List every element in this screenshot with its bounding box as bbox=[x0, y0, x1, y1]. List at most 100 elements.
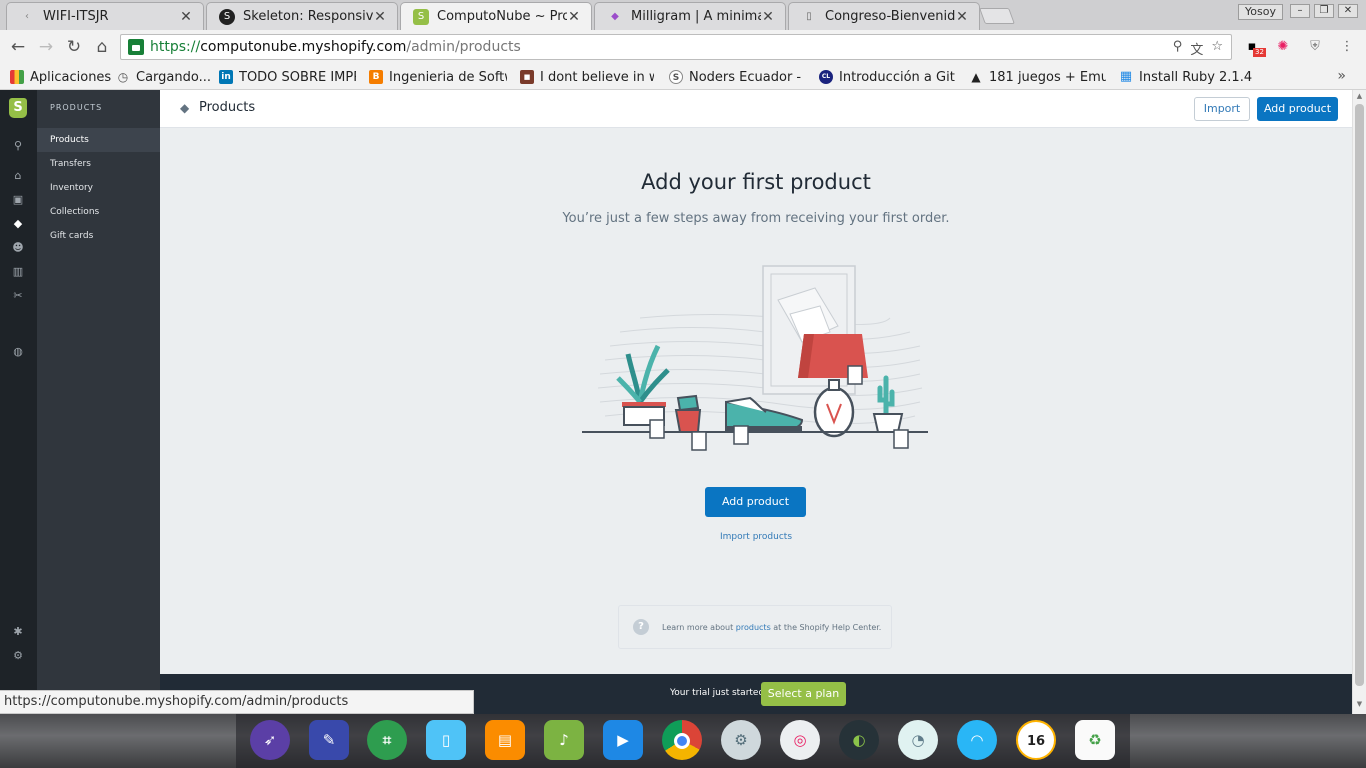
bookmark-i-dont-believe[interactable]: ■I dont believe in wh bbox=[520, 67, 654, 87]
subnav-item-products[interactable]: Products bbox=[37, 128, 160, 152]
rocket-icon[interactable]: ➶ bbox=[250, 720, 290, 760]
bookmark-todo-sobre[interactable]: in TODO SOBRE IMPR bbox=[219, 67, 356, 87]
help-text: Learn more about products at the Shopify… bbox=[662, 622, 882, 632]
close-tab-icon[interactable]: ✕ bbox=[955, 9, 969, 25]
bookmark-noders[interactable]: S Noders Ecuador - C bbox=[669, 67, 805, 87]
settings-gear-icon[interactable]: ⚙ bbox=[721, 720, 761, 760]
bookmark-cargando[interactable]: ◷ Cargando... bbox=[116, 67, 211, 87]
home-icon[interactable]: ⌂ bbox=[11, 169, 25, 183]
subnav-item-gift-cards[interactable]: Gift cards bbox=[37, 224, 160, 248]
bookmark-aplicaciones[interactable]: Aplicaciones bbox=[10, 67, 111, 87]
shopify-logo-icon[interactable]: S bbox=[9, 98, 27, 118]
minimize-icon[interactable]: – bbox=[1290, 4, 1310, 18]
scroll-down-icon[interactable]: ▼ bbox=[1355, 700, 1364, 710]
search-icon[interactable]: ⚲ bbox=[11, 139, 25, 153]
tab-congreso[interactable]: ▯ Congreso-Bienvenido ✕ bbox=[788, 2, 980, 30]
select-plan-button[interactable]: Select a plan bbox=[761, 682, 846, 706]
close-tab-icon[interactable]: ✕ bbox=[761, 9, 775, 25]
help-center-callout: ? Learn more about products at the Shopi… bbox=[618, 605, 892, 649]
back-icon[interactable]: ← bbox=[8, 37, 28, 57]
status-bubble-url: https://computonube.myshopify.com/admin/… bbox=[0, 690, 475, 714]
address-bar[interactable]: https://computonube.myshopify.com/admin/… bbox=[120, 34, 1232, 60]
import-button[interactable]: Import bbox=[1194, 97, 1250, 121]
codigo-facilito-icon: CL bbox=[819, 70, 833, 84]
store-icon[interactable]: ▤ bbox=[485, 720, 525, 760]
bookmark-181-juegos[interactable]: ▲181 juegos + Emula bbox=[969, 67, 1106, 87]
help-products-link[interactable]: products bbox=[736, 623, 771, 632]
scroll-up-icon[interactable]: ▲ bbox=[1355, 92, 1364, 102]
page-icon: ■ bbox=[520, 70, 534, 84]
tab-favicon: S bbox=[413, 8, 429, 25]
globe-icon[interactable]: ◍ bbox=[11, 345, 25, 359]
shopify-admin: S ⚲ ⌂ ▣ ◆ ☻ ▥ ✂ ◍ ✱ ⚙ PRODUCTS Products … bbox=[0, 90, 1366, 714]
products-tag-icon[interactable]: ◆ bbox=[11, 217, 25, 231]
zoom-icon[interactable]: ⚲ bbox=[1173, 39, 1183, 58]
chrome-menu-icon[interactable]: ⋮ bbox=[1338, 38, 1356, 56]
grid-site-icon: ▦ bbox=[1119, 69, 1133, 84]
tab-title: Skeleton: Responsive C bbox=[243, 9, 373, 24]
page-scrollbar[interactable]: ▲ ▼ bbox=[1352, 90, 1366, 714]
noders-icon: S bbox=[669, 70, 683, 84]
extension-icon[interactable]: ▪ 32 bbox=[1243, 38, 1266, 57]
more-bookmarks-icon[interactable]: » bbox=[1337, 68, 1346, 84]
restore-icon[interactable]: ❐ bbox=[1314, 4, 1334, 18]
bookmark-introduccion-github[interactable]: CL Introducción a GitH bbox=[819, 67, 956, 87]
apps-icon[interactable]: ✱ bbox=[11, 625, 25, 639]
settings-icon[interactable]: ⚙ bbox=[11, 649, 25, 663]
forward-icon[interactable]: → bbox=[36, 37, 56, 57]
chrome-icon[interactable] bbox=[662, 720, 702, 760]
blogger-icon: B bbox=[369, 70, 383, 84]
close-tab-icon[interactable]: ✕ bbox=[373, 9, 387, 25]
reports-icon[interactable]: ▥ bbox=[11, 265, 25, 279]
bookmark-ingenieria[interactable]: B Ingenieria de Softw bbox=[369, 67, 507, 87]
add-product-primary-button[interactable]: Add product bbox=[705, 487, 806, 517]
video-icon[interactable]: ▶ bbox=[603, 720, 643, 760]
tab-favicon: ‹ bbox=[25, 11, 29, 22]
files-icon[interactable]: ▯ bbox=[426, 720, 466, 760]
shield-extension-icon[interactable]: ⛨ bbox=[1306, 38, 1324, 56]
tab-skeleton[interactable]: S Skeleton: Responsive C ✕ bbox=[206, 2, 398, 30]
scrollbar-thumb[interactable] bbox=[1355, 104, 1364, 686]
tab-title: ComputoNube ~ Prod bbox=[437, 9, 567, 24]
url-text[interactable]: https://computonube.myshopify.com/admin/… bbox=[150, 39, 521, 55]
profile-button[interactable]: Yosoy bbox=[1238, 4, 1283, 20]
bookmarks-bar: Aplicaciones ◷ Cargando... in TODO SOBRE I… bbox=[0, 64, 1366, 90]
network-icon[interactable]: ⌗ bbox=[367, 720, 407, 760]
color-wheel-extension-icon[interactable]: ✺ bbox=[1274, 38, 1292, 56]
tab-favicon: S bbox=[219, 8, 235, 25]
add-product-button[interactable]: Add product bbox=[1257, 97, 1338, 121]
subnav-item-collections[interactable]: Collections bbox=[37, 200, 160, 224]
trash-icon[interactable]: ♻ bbox=[1075, 720, 1115, 760]
bookmark-star-icon[interactable]: ☆ bbox=[1211, 39, 1223, 58]
bookmark-install-ruby[interactable]: ▦ Install Ruby 2.1.4 w bbox=[1119, 67, 1255, 87]
orders-icon[interactable]: ▣ bbox=[11, 193, 25, 207]
tab-wifi-itsjr[interactable]: ‹ WIFI-ITSJR ✕ bbox=[6, 2, 204, 30]
tab-favicon: ◆ bbox=[611, 11, 619, 22]
triangle-icon: ▲ bbox=[971, 70, 981, 84]
power-chat-icon[interactable]: ◐ bbox=[839, 720, 879, 760]
trial-text: Your trial just started bbox=[670, 688, 765, 698]
editor-icon[interactable]: ✎ bbox=[309, 720, 349, 760]
import-products-link[interactable]: Import products bbox=[160, 532, 1352, 542]
clock-icon[interactable]: ◔ bbox=[898, 720, 938, 760]
tab-title: Congreso-Bienvenido bbox=[825, 9, 955, 24]
translate-icon[interactable]: 文 bbox=[1190, 39, 1203, 58]
close-tab-icon[interactable]: ✕ bbox=[567, 9, 581, 25]
calendar-icon[interactable]: 16 bbox=[1016, 720, 1056, 760]
subnav-item-transfers[interactable]: Transfers bbox=[37, 152, 160, 176]
apps-grid-icon bbox=[10, 70, 24, 84]
browser-toolbar: ← → ↻ ⌂ https://computonube.myshopify.co… bbox=[0, 30, 1366, 64]
target-icon[interactable]: ◎ bbox=[780, 720, 820, 760]
music-icon[interactable]: ♪ bbox=[544, 720, 584, 760]
tab-computonube[interactable]: S ComputoNube ~ Prod ✕ bbox=[400, 2, 592, 30]
close-window-icon[interactable]: ✕ bbox=[1338, 4, 1358, 18]
customers-icon[interactable]: ☻ bbox=[11, 241, 25, 255]
new-tab-button[interactable] bbox=[979, 8, 1015, 24]
discounts-icon[interactable]: ✂ bbox=[11, 289, 25, 303]
subnav-item-inventory[interactable]: Inventory bbox=[37, 176, 160, 200]
reload-icon[interactable]: ↻ bbox=[64, 37, 84, 57]
tab-milligram[interactable]: ◆ Milligram | A minimali ✕ bbox=[594, 2, 786, 30]
wifi-icon[interactable]: ◠ bbox=[957, 720, 997, 760]
close-tab-icon[interactable]: ✕ bbox=[179, 9, 193, 25]
home-icon[interactable]: ⌂ bbox=[92, 37, 112, 57]
